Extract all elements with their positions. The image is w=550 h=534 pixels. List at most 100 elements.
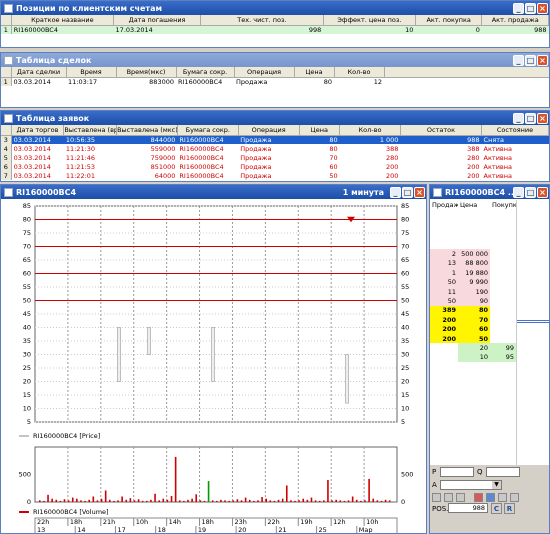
minimize-icon[interactable]: _: [513, 186, 524, 198]
close-icon[interactable]: ×: [537, 2, 548, 14]
orderbook-row[interactable]: 20 99: [430, 343, 516, 353]
settings-button[interactable]: [486, 493, 495, 502]
column-header[interactable]: Операция: [234, 67, 295, 78]
maximize-icon[interactable]: □: [525, 2, 536, 14]
interval-label[interactable]: 1 минута: [343, 188, 384, 197]
buy-cell: [490, 306, 516, 315]
orderbook-row[interactable]: 13 88 800: [430, 258, 516, 269]
column-header[interactable]: Тех. чист. поз.: [200, 15, 324, 26]
column-header[interactable]: Акт. покупка: [415, 15, 483, 26]
qty-cell: 200: [430, 324, 458, 334]
orderbook-row[interactable]: 200 60: [430, 324, 516, 334]
orders-titlebar[interactable]: Таблица заявок _ □ ×: [1, 111, 549, 125]
chart-titlebar[interactable]: RI160000BC4 1 минута _ □ ×: [1, 185, 426, 199]
orderbook-titlebar[interactable]: RI160000BC4 ... _ □ ×: [430, 185, 549, 199]
refresh-icon[interactable]: [510, 493, 519, 502]
cell: 851000: [150, 162, 176, 171]
column-header[interactable]: Акт. продажа: [481, 15, 549, 26]
column-header[interactable]: Время: [66, 67, 117, 78]
column-header[interactable]: Кол-во: [334, 67, 385, 78]
close-position-button[interactable]: C: [491, 503, 502, 514]
y-tick-label-right: 75: [401, 229, 409, 237]
column-header[interactable]: Эффект. цена поз.: [323, 15, 416, 26]
maximize-icon[interactable]: □: [525, 112, 536, 124]
orderbook-row[interactable]: 1 19 880: [430, 268, 516, 278]
cell: 03.03.2014: [13, 144, 51, 153]
minimize-icon[interactable]: _: [513, 112, 524, 124]
orderbook-row[interactable]: 389 80: [430, 305, 516, 316]
table-row[interactable]: 1 RI160000BC4 17.03.2014 998 10 0 988: [1, 25, 549, 34]
table-row[interactable]: 4 03.03.2014 11:21:30 559000 RI160000BC4 Прод…: [1, 144, 549, 153]
cell: Активна: [483, 171, 512, 180]
cancel-orders-button[interactable]: [474, 493, 483, 502]
price-volume-chart[interactable]: 5 510 1015 1520 2025 2530 3035 3540 4045 4550 5055…: [1, 200, 426, 534]
sell-button[interactable]: [444, 493, 453, 502]
price-input[interactable]: [440, 467, 474, 477]
price-label: P: [432, 468, 437, 476]
time-tick-label: 14h: [169, 518, 181, 526]
orderbook-row[interactable]: 200 70: [430, 315, 516, 325]
edit-icon[interactable]: [498, 493, 507, 502]
column-header[interactable]: Состояние: [481, 125, 549, 136]
buy-button[interactable]: [432, 493, 441, 502]
column-header[interactable]: Бумага сокр.: [176, 67, 235, 78]
maximize-icon[interactable]: □: [525, 54, 536, 66]
column-header[interactable]: Бумага сокр.: [177, 125, 239, 136]
minimize-icon[interactable]: _: [390, 186, 401, 198]
qty-label: Q: [477, 468, 483, 476]
chevron-down-icon[interactable]: ▼: [492, 481, 501, 489]
orderbook-window: RI160000BC4 ... _ □ × Продаж Цена Покупк…: [429, 184, 550, 534]
column-header[interactable]: Цена: [299, 125, 341, 136]
column-header[interactable]: Краткое название: [11, 15, 115, 26]
close-icon[interactable]: ×: [537, 54, 548, 66]
orderbook-row[interactable]: 2 500 000: [430, 249, 516, 259]
y-tick-label-left: 45: [23, 310, 31, 318]
column-header[interactable]: Кол-во: [339, 125, 401, 136]
date-tick-label: Мар: [359, 526, 373, 534]
price-cell: 19 880: [458, 268, 490, 278]
orderbook-row[interactable]: 11 190: [430, 286, 516, 297]
qty-cell: 200: [430, 333, 458, 344]
orderbook-row[interactable]: 50 9 990: [430, 277, 516, 287]
trades-titlebar[interactable]: Таблица сделок _ □ ×: [1, 53, 549, 67]
column-header[interactable]: Выставлена (вр: [63, 125, 118, 136]
table-row[interactable]: 5 03.03.2014 11:21:46 759000 RI160000BC4 Прод…: [1, 153, 549, 162]
volume-bar: [195, 494, 198, 502]
table-row[interactable]: 3 03.03.2014 10:56:35 844000 RI160000BC4 Прод…: [1, 135, 549, 144]
close-icon[interactable]: ×: [414, 186, 425, 198]
order-entry-panel: P Q A ▼ POS. 988 C R: [430, 465, 549, 533]
minimize-icon[interactable]: _: [513, 2, 524, 14]
column-header[interactable]: Операция: [238, 125, 300, 136]
account-select[interactable]: ▼: [440, 480, 502, 490]
column-header[interactable]: Дата торгов: [11, 125, 65, 136]
column-header[interactable]: Остаток: [400, 125, 483, 136]
column-header[interactable]: Цена: [294, 67, 335, 78]
buy-cell: [490, 325, 516, 334]
orderbook-row[interactable]: 10 95: [430, 352, 516, 363]
maximize-icon[interactable]: □: [402, 186, 413, 198]
orderbook-row[interactable]: 50 90: [430, 296, 516, 306]
qty-input[interactable]: [486, 467, 520, 477]
cell: 60: [329, 162, 338, 171]
volume-bar: [380, 500, 383, 502]
column-header[interactable]: Выставлена (мкс): [116, 125, 178, 136]
table-row[interactable]: 1 03.03.2014 11:03:17 883000 RI160000BC4…: [1, 77, 549, 86]
time-tick-label: 10h: [136, 518, 148, 526]
maximize-icon[interactable]: □: [525, 186, 536, 198]
market-button[interactable]: [456, 493, 465, 502]
minimize-icon[interactable]: _: [513, 54, 524, 66]
orderbook-row[interactable]: 200 50: [430, 333, 516, 344]
cell: 988: [481, 25, 549, 34]
column-header[interactable]: Время(мкс): [116, 67, 177, 78]
positions-titlebar[interactable]: Позиции по клиентским счетам _ □ ×: [1, 1, 549, 15]
cell: 988: [400, 135, 482, 144]
cell: Снята: [481, 135, 549, 144]
close-icon[interactable]: ×: [537, 112, 548, 124]
close-icon[interactable]: ×: [537, 186, 548, 198]
table-row[interactable]: 7 03.03.2014 11:22:01 64000 RI160000BC4 Прода…: [1, 171, 549, 180]
column-header[interactable]: Дата погашения: [113, 15, 202, 26]
table-row[interactable]: 6 03.03.2014 11:21:53 851000 RI160000BC4 Прод…: [1, 162, 549, 171]
column-header[interactable]: Дата сделки: [11, 67, 67, 78]
y-tick-label-left: 35: [23, 337, 31, 345]
reverse-position-button[interactable]: R: [504, 503, 515, 514]
